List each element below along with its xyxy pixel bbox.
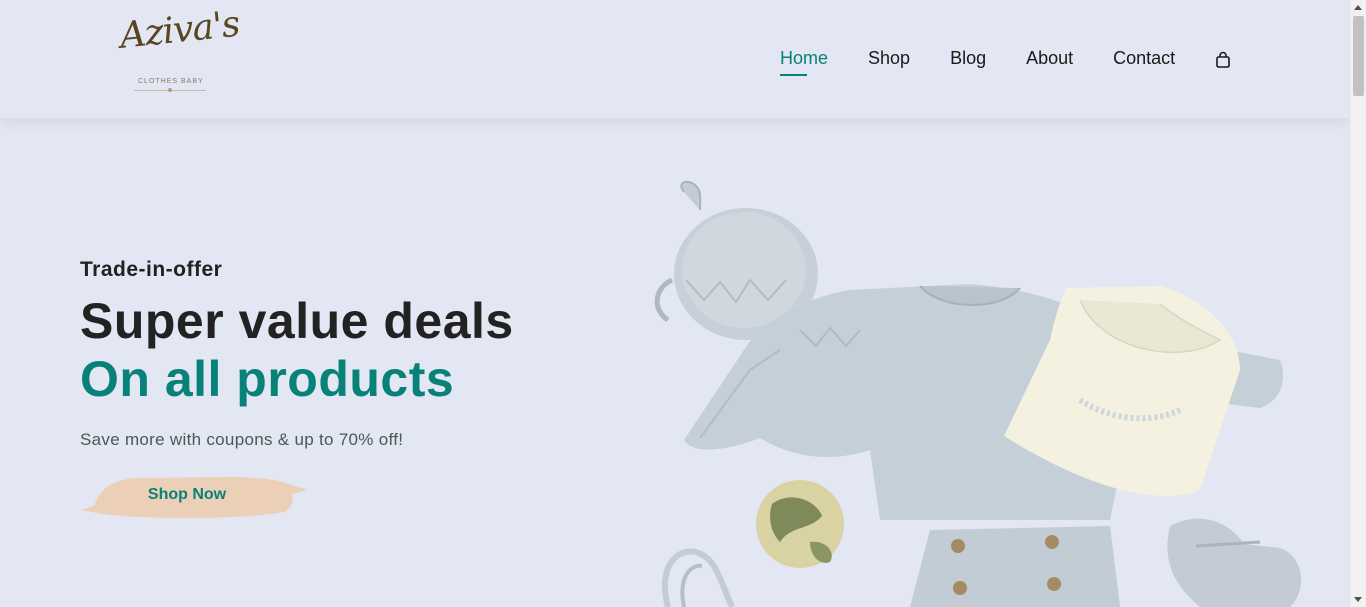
site-header: Aziva's CLOTHES BABY Home Shop Blog Abou… — [0, 0, 1349, 118]
logo-subtitle: CLOTHES BABY — [138, 78, 204, 85]
baby-booties — [1167, 518, 1302, 607]
hero-eyebrow: Trade-in-offer — [80, 258, 223, 281]
hero-title: Super value deals — [80, 293, 514, 349]
hero-text: Trade-in-offer Super value deals On all … — [80, 258, 514, 450]
baby-shorts — [910, 526, 1120, 607]
nav-home[interactable]: Home — [780, 46, 828, 76]
vertical-scrollbar[interactable] — [1349, 0, 1366, 607]
scroll-down-arrow-icon[interactable] — [1354, 597, 1362, 602]
logo[interactable]: Aziva's CLOTHES BABY — [112, 4, 241, 100]
scroll-up-arrow-icon[interactable] — [1354, 5, 1362, 10]
hero-image — [640, 170, 1330, 607]
logo-dot — [168, 88, 172, 92]
main-nav: Home Shop Blog About Contact — [780, 46, 1231, 76]
strap — [661, 548, 735, 607]
nav-about[interactable]: About — [1026, 46, 1073, 70]
shop-now-button[interactable]: Shop Now — [80, 474, 308, 520]
logo-script: Aziva's — [117, 3, 242, 57]
nav-blog[interactable]: Blog — [950, 46, 986, 70]
nav-shop[interactable]: Shop — [868, 46, 910, 70]
shop-now-label: Shop Now — [147, 486, 227, 503]
shopping-bag-icon[interactable] — [1215, 46, 1231, 70]
hero-description: Save more with coupons & up to 70% off! — [80, 430, 404, 449]
hero-title-accent: On all products — [80, 351, 455, 407]
nav-contact[interactable]: Contact — [1113, 46, 1175, 70]
scroll-thumb[interactable] — [1353, 16, 1364, 96]
toy-globe — [756, 480, 844, 568]
